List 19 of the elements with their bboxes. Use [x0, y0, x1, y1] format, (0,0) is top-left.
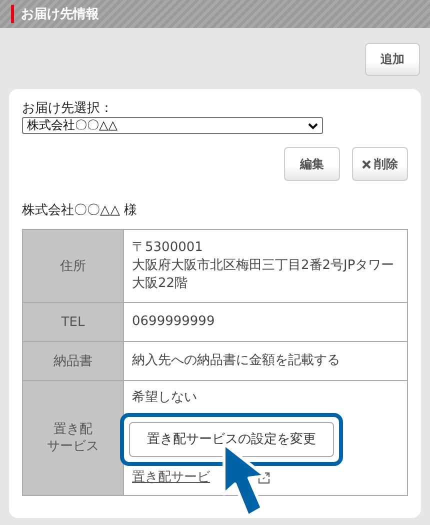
- recipient-name: 株式会社〇〇△△ 様: [22, 202, 138, 219]
- delete-button[interactable]: 削除: [352, 147, 408, 181]
- add-button[interactable]: 追加: [365, 43, 420, 76]
- address-dropdown[interactable]: 株式会社〇〇△△: [22, 117, 323, 134]
- edit-button[interactable]: 編集: [284, 147, 340, 181]
- table-cell-text: 0699999999: [132, 313, 216, 331]
- row-header: 住所: [22, 230, 124, 302]
- row-header: 納品書: [22, 342, 124, 380]
- section-title: お届け先情報: [21, 6, 99, 23]
- accent-mark: [11, 5, 14, 23]
- settings-button[interactable]: 置き配サービスの設定を変更: [129, 422, 334, 457]
- row-header: TEL: [22, 302, 124, 342]
- close-icon: [362, 160, 371, 168]
- table-cell-text: 〒5300001 大阪府大阪市北区梅田三丁目2番2号JPタワー大阪22階: [132, 239, 396, 293]
- field-label: お届け先選択：: [22, 101, 114, 116]
- status-text: 希望しない: [132, 389, 197, 407]
- table-cell-text: 納入先への納品書に金額を記載する: [132, 352, 341, 370]
- row-header: 置き配 サービス: [22, 380, 124, 496]
- chevron-down-icon: [308, 122, 318, 130]
